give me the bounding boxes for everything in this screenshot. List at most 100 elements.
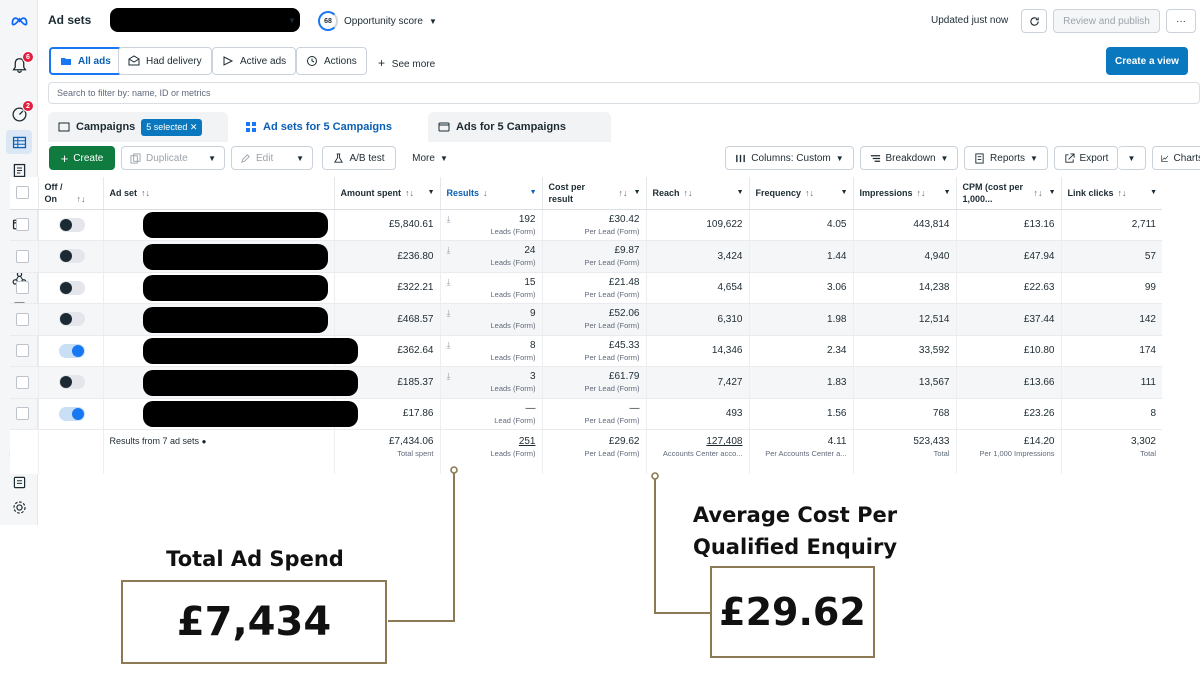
sort-desc-icon[interactable]: ↓ <box>483 188 488 198</box>
row-checkbox-cell[interactable] <box>10 240 39 273</box>
download-arrow-icon[interactable]: ⤓ <box>447 245 451 256</box>
sort-icon[interactable]: ↑↓ <box>684 188 693 198</box>
row-toggle-cell[interactable] <box>38 240 104 273</box>
row-toggle-cell[interactable] <box>38 398 104 430</box>
row-toggle-cell[interactable] <box>38 272 104 304</box>
row-toggle-cell[interactable] <box>38 335 104 367</box>
export-chevron-down-icon[interactable]: ▼ <box>1118 146 1146 170</box>
notifications-bell-icon[interactable]: 6 <box>9 51 34 75</box>
row-checkbox[interactable] <box>16 218 29 232</box>
column-menu-chevron-icon[interactable]: ▼ <box>1049 189 1056 196</box>
header-results[interactable]: Results ↓ ▼ <box>440 177 543 210</box>
header-reach[interactable]: Reach ↑↓ ▼ <box>646 177 750 210</box>
header-cpm[interactable]: CPM (cost per 1,000... ↑↓ ▼ <box>956 177 1062 210</box>
column-menu-chevron-icon[interactable]: ▼ <box>737 189 744 196</box>
column-menu-chevron-icon[interactable]: ▼ <box>428 189 435 196</box>
refresh-button[interactable] <box>1021 9 1047 33</box>
create-button[interactable]: + Create <box>49 146 115 170</box>
column-menu-chevron-icon[interactable]: ▼ <box>1150 189 1157 196</box>
row-checkbox-cell[interactable] <box>10 303 39 336</box>
select-all-header[interactable] <box>10 177 39 210</box>
sort-icon[interactable]: ↑↓ <box>917 188 926 198</box>
row-toggle-cell[interactable] <box>38 209 104 241</box>
charts-button[interactable]: Charts <box>1152 146 1200 170</box>
header-link-clicks[interactable]: Link clicks ↑↓ ▼ <box>1061 177 1162 210</box>
tab-campaigns[interactable]: Campaigns 5 selected ✕ <box>48 112 228 142</box>
edit-button[interactable]: Edit ▼ <box>231 146 313 170</box>
row-checkbox-cell[interactable] <box>10 366 39 399</box>
totals-results[interactable]: 251 <box>447 436 536 447</box>
column-menu-chevron-icon[interactable]: ▼ <box>634 189 641 196</box>
edit-chevron-down-icon[interactable]: ▼ <box>296 154 304 163</box>
more-options-button[interactable]: ··· <box>1166 9 1196 33</box>
row-checkbox-cell[interactable] <box>10 335 39 367</box>
row-checkbox-cell[interactable] <box>10 398 39 430</box>
active-ads-chip[interactable]: Active ads <box>212 47 297 75</box>
row-checkbox[interactable] <box>16 249 29 263</box>
row-checkbox-cell[interactable] <box>10 209 39 241</box>
row-toggle-cell[interactable] <box>38 303 104 336</box>
actions-chip[interactable]: Actions <box>296 47 367 75</box>
delivery-toggle[interactable] <box>58 280 85 295</box>
sort-icon[interactable]: ↑↓ <box>805 188 814 198</box>
duplicate-chevron-down-icon[interactable]: ▼ <box>208 154 216 163</box>
row-checkbox-cell[interactable] <box>10 272 39 304</box>
row-checkbox[interactable] <box>16 312 29 326</box>
tab-ads[interactable]: Ads for 5 Campaigns <box>428 112 611 142</box>
selected-count-pill[interactable]: 5 selected ✕ <box>141 118 203 136</box>
column-menu-chevron-icon[interactable]: ▼ <box>530 189 537 196</box>
opportunity-score[interactable]: 68 Opportunity score ▼ <box>318 11 437 31</box>
delivery-toggle[interactable] <box>58 406 85 421</box>
download-arrow-icon[interactable]: ⤓ <box>447 308 451 319</box>
delivery-toggle[interactable] <box>58 312 85 327</box>
reports-dropdown[interactable]: Reports ▼ <box>964 146 1048 170</box>
columns-dropdown[interactable]: Columns: Custom ▼ <box>725 146 854 170</box>
totals-reach[interactable]: 127,408 <box>653 436 742 447</box>
header-cost-per-result[interactable]: Cost per result ↑↓ ▼ <box>542 177 647 210</box>
download-arrow-icon[interactable]: ⤓ <box>447 214 451 225</box>
header-frequency[interactable]: Frequency ↑↓ ▼ <box>749 177 854 210</box>
header-amount-spent[interactable]: Amount spent ↑↓ ▼ <box>334 177 441 210</box>
review-publish-button[interactable]: Review and publish <box>1053 9 1160 33</box>
sort-icon[interactable]: ↑↓ <box>405 188 414 198</box>
had-delivery-chip[interactable]: Had delivery <box>118 47 212 75</box>
export-button[interactable]: Export <box>1054 146 1118 170</box>
more-dropdown[interactable]: More ▼ <box>402 146 458 170</box>
delivery-toggle[interactable] <box>58 343 85 358</box>
column-menu-chevron-icon[interactable]: ▼ <box>944 189 951 196</box>
row-checkbox[interactable] <box>16 407 29 421</box>
see-more-button[interactable]: + See more <box>378 56 435 70</box>
delivery-toggle[interactable] <box>58 249 85 264</box>
delivery-toggle[interactable] <box>58 375 85 390</box>
select-all-checkbox[interactable] <box>16 186 29 200</box>
row-toggle-cell[interactable] <box>38 366 104 399</box>
sort-icon[interactable]: ↑↓ <box>1034 188 1043 198</box>
tab-adsets[interactable]: Ad sets for 5 Campaigns <box>235 112 422 142</box>
ads-table-icon[interactable] <box>6 130 32 154</box>
download-arrow-icon[interactable]: ⤓ <box>447 277 451 288</box>
download-arrow-icon[interactable]: ⤓ <box>447 340 451 351</box>
row-checkbox[interactable] <box>16 344 29 358</box>
info-icon[interactable]: ● <box>202 437 207 446</box>
sort-icon[interactable]: ↑↓ <box>141 188 150 198</box>
settings-gear-icon[interactable] <box>9 497 29 517</box>
row-checkbox[interactable] <box>16 281 29 295</box>
download-arrow-icon[interactable]: ⤓ <box>447 371 451 382</box>
header-impressions[interactable]: Impressions ↑↓ ▼ <box>853 177 957 210</box>
breakdown-dropdown[interactable]: Breakdown ▼ <box>860 146 958 170</box>
news-feed-icon[interactable] <box>9 472 29 492</box>
ab-test-button[interactable]: A/B test <box>322 146 396 170</box>
sort-icon[interactable]: ↑↓ <box>77 194 86 204</box>
delivery-toggle[interactable] <box>58 217 85 232</box>
header-offon[interactable]: Off / On ↑↓ <box>38 177 104 210</box>
column-menu-chevron-icon[interactable]: ▼ <box>841 189 848 196</box>
campaigns-gauge-icon[interactable]: 2 <box>9 100 34 124</box>
clear-selection-icon[interactable]: ✕ <box>190 122 198 132</box>
account-chevron-down-icon[interactable]: ▼ <box>288 16 296 25</box>
row-checkbox[interactable] <box>16 375 29 389</box>
all-ads-chip[interactable]: All ads <box>49 47 122 75</box>
sort-icon[interactable]: ↑↓ <box>1118 188 1127 198</box>
meta-logo-icon[interactable] <box>9 10 29 30</box>
header-adset[interactable]: Ad set ↑↓ <box>103 177 335 210</box>
sort-icon[interactable]: ↑↓ <box>619 188 628 198</box>
